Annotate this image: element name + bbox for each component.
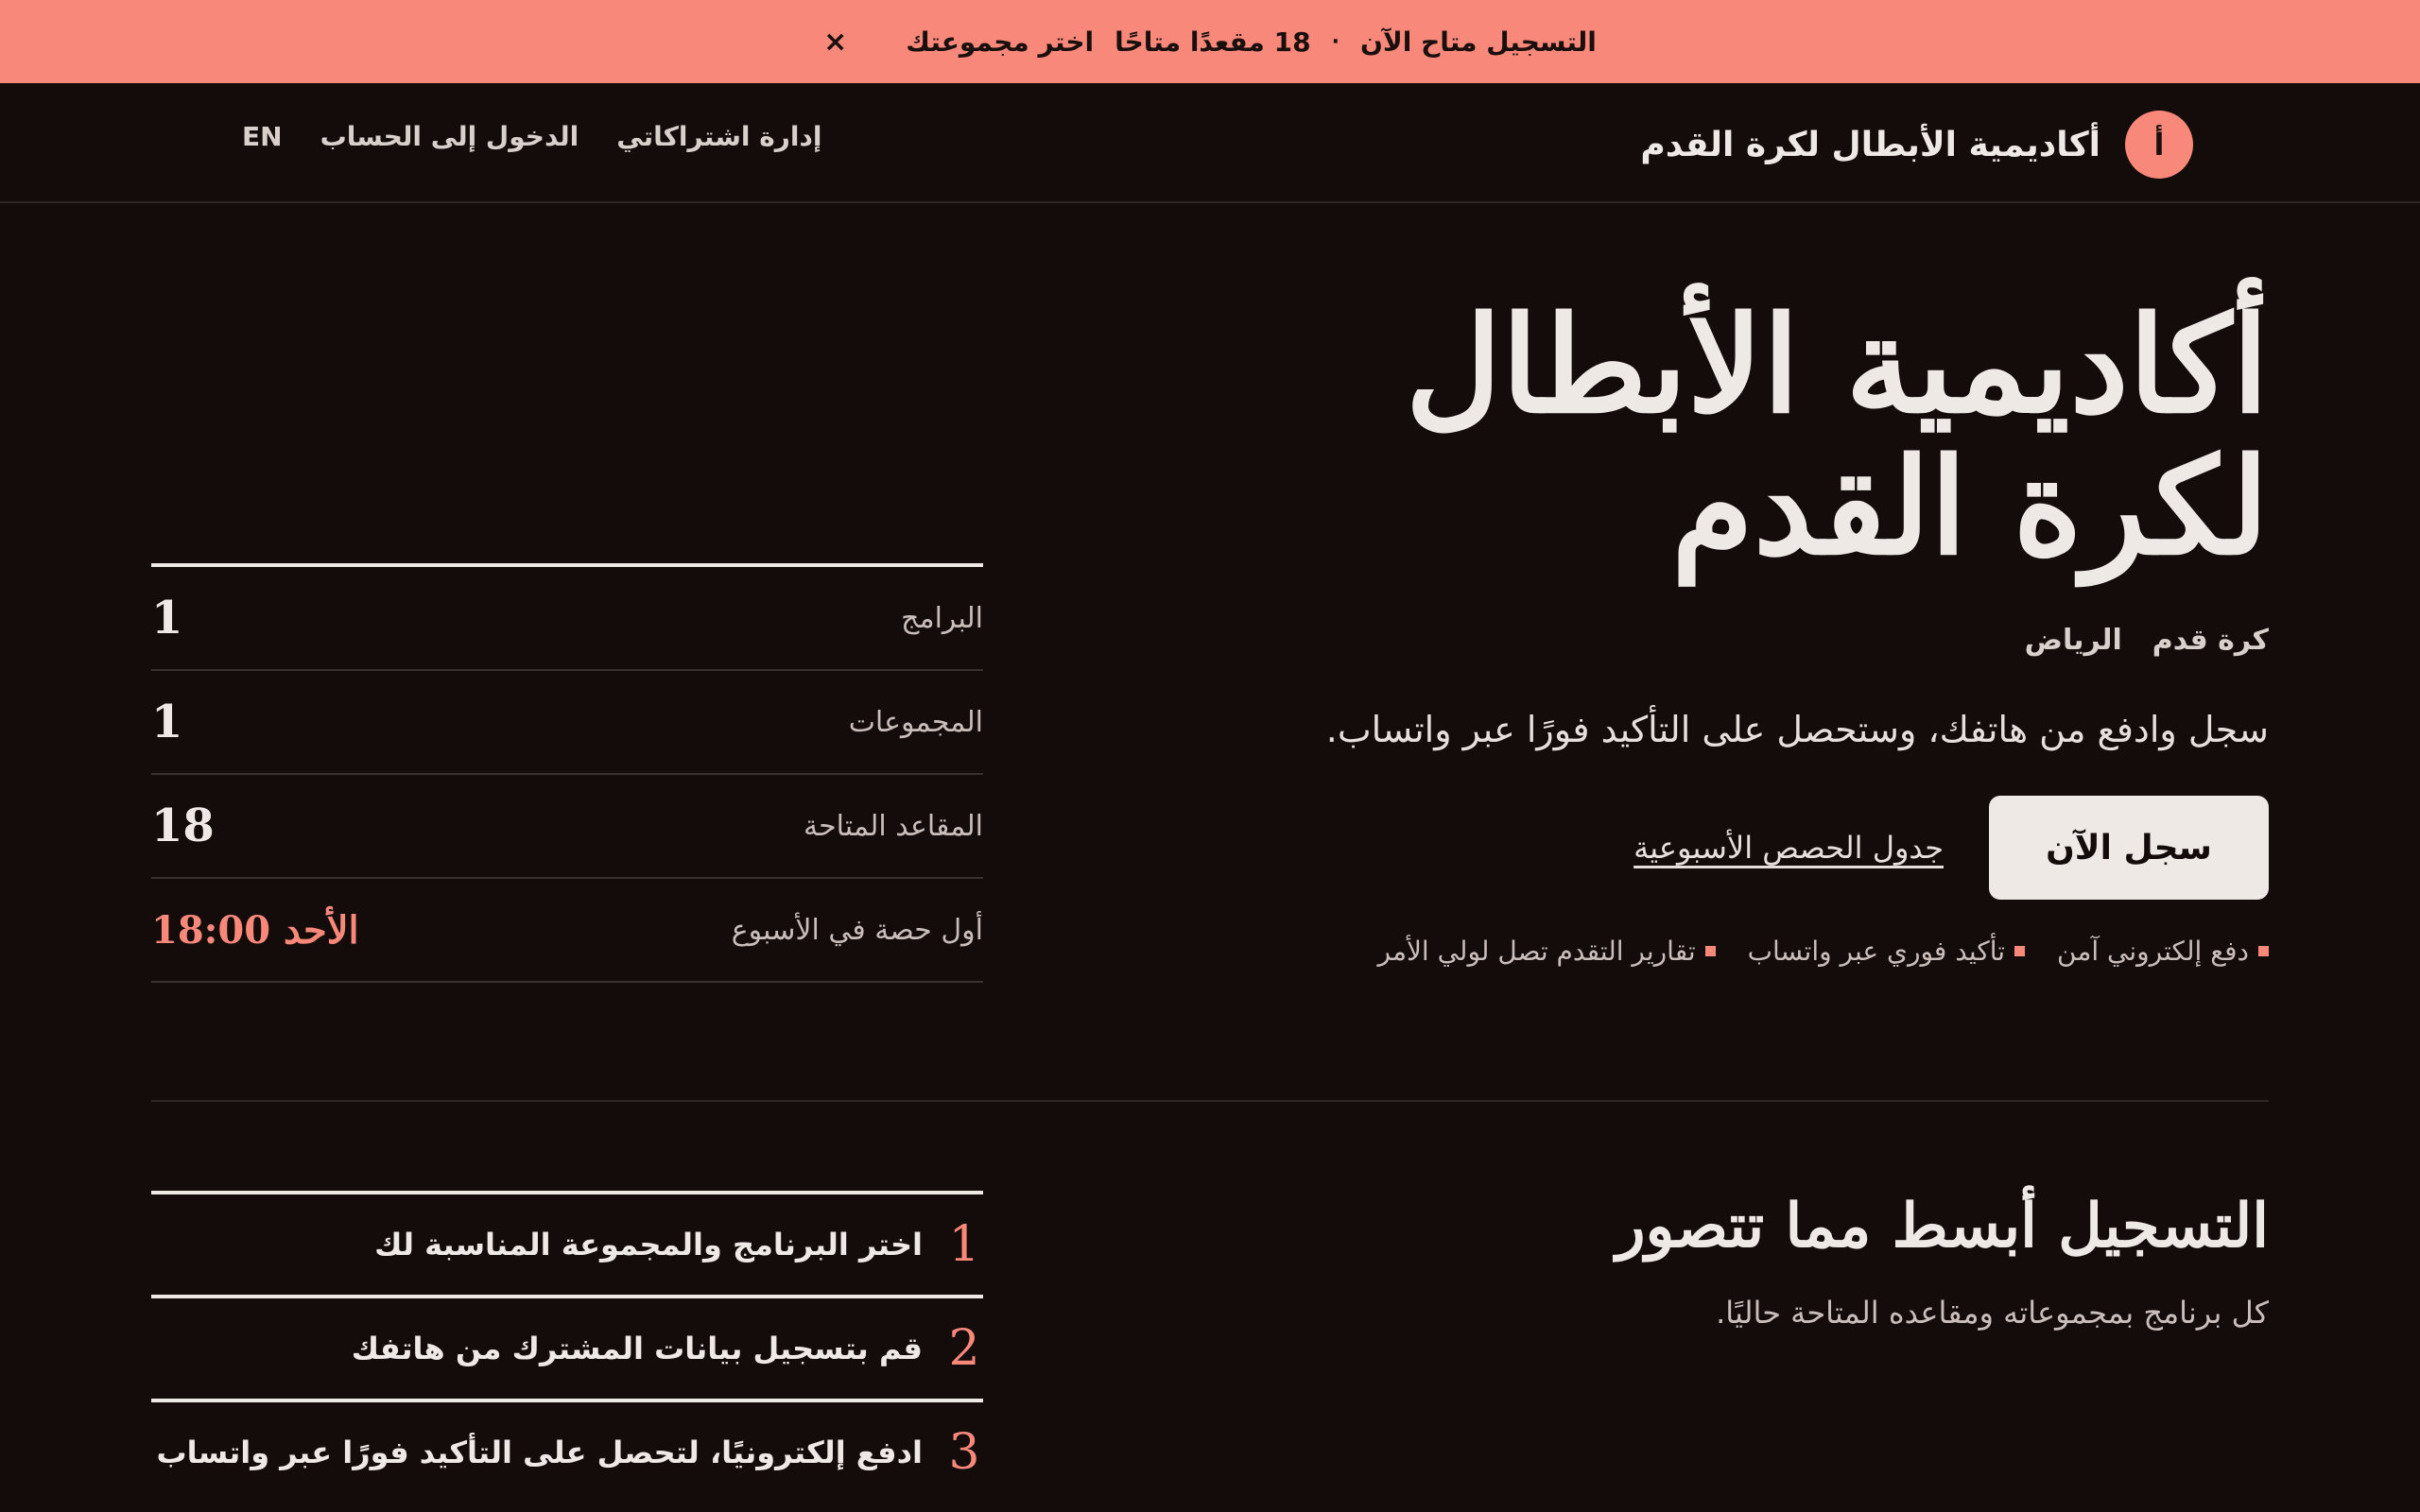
step-text: اختر البرنامج والمجموعة المناسبة لك xyxy=(374,1227,923,1263)
step-number: 1 xyxy=(948,1216,980,1273)
close-icon[interactable]: × xyxy=(823,26,847,59)
header-nav: EN الدخول إلى الحساب إدارة اشتراكاتي xyxy=(242,121,821,152)
feature-item: تقارير التقدم تصل لولي الأمر xyxy=(1378,936,1716,967)
step-item: 3 ادفع إلكترونيًا، لتحصل على التأكيد فور… xyxy=(151,1399,983,1503)
feature-item: دفع إلكتروني آمن xyxy=(2057,936,2269,967)
step-item: 2 قم بتسجيل بيانات المشترك من هاتفك xyxy=(151,1295,983,1399)
tag-sport: كرة قدم xyxy=(2152,624,2269,657)
stat-value: الأحد 18:00 xyxy=(151,907,359,953)
stat-value: 1 xyxy=(151,696,183,748)
banner-separator: · xyxy=(1331,29,1340,54)
stat-row-programs: البرامج 1 xyxy=(151,567,983,671)
feature-label: تقارير التقدم تصل لولي الأمر xyxy=(1377,936,1696,967)
weekly-schedule-link[interactable]: جدول الحصص الأسبوعية xyxy=(1634,830,1944,866)
square-bullet-icon xyxy=(1704,946,1716,956)
step-text: ادفع إلكترونيًا، لتحصل على التأكيد فورًا… xyxy=(156,1435,923,1470)
hero-tags: كرة قدم الرياض xyxy=(2025,624,2269,657)
hero-title-line1: أكاديمية الأبطال xyxy=(1405,288,2269,443)
stat-value: 1 xyxy=(151,592,183,644)
step-item: 1 اختر البرنامج والمجموعة المناسبة لك xyxy=(151,1191,983,1295)
banner-message: التسجيل متاح الآن xyxy=(1359,26,1597,58)
hero-title-line2: لكرة القدم xyxy=(1671,430,2269,585)
steps-list: 1 اختر البرنامج والمجموعة المناسبة لك 2 … xyxy=(151,1191,983,1503)
hero-cta-row: سجل الآن جدول الحصص الأسبوعية xyxy=(1634,796,2269,900)
square-bullet-icon xyxy=(2014,946,2026,956)
hero-title: أكاديمية الأبطال لكرة القدم xyxy=(1323,295,2269,578)
login-link[interactable]: الدخول إلى الحساب xyxy=(320,121,579,152)
brand-logo-link[interactable]: أ أكاديمية الأبطال لكرة القدم xyxy=(1640,111,2193,179)
register-now-button[interactable]: سجل الآن xyxy=(1989,796,2269,900)
hero-lead: سجل وادفع من هاتفك، وستحصل على التأكيد ف… xyxy=(1325,709,2269,750)
brand-name: أكاديمية الأبطال لكرة القدم xyxy=(1640,125,2100,164)
tag-city: الرياض xyxy=(2024,624,2122,657)
banner-cta-link[interactable]: اختر مجموعتك xyxy=(906,26,1094,58)
step-text: قم بتسجيل بيانات المشترك من هاتفك xyxy=(351,1331,923,1366)
section-divider xyxy=(151,1100,2269,1102)
step-number: 3 xyxy=(948,1424,980,1481)
step-number: 2 xyxy=(948,1320,980,1377)
announcement-banner: التسجيل متاح الآن · 18 مقعدًا متاحًا اخت… xyxy=(0,0,2420,83)
feature-item: تأكيد فوري عبر واتساب xyxy=(1747,936,2026,967)
stat-label: أول حصة في الأسبوع xyxy=(731,913,983,947)
stat-row-groups: المجموعات 1 xyxy=(151,671,983,775)
stats-panel: البرامج 1 المجموعات 1 المقاعد المتاحة 18… xyxy=(151,563,983,983)
stat-row-first-session: أول حصة في الأسبوع الأحد 18:00 xyxy=(151,879,983,983)
site-header: أ أكاديمية الأبطال لكرة القدم EN الدخول … xyxy=(0,83,2420,203)
brand-mark-icon: أ xyxy=(2125,111,2193,179)
stat-label: المقاعد المتاحة xyxy=(804,809,983,843)
stat-label: المجموعات xyxy=(848,705,983,739)
banner-seats: 18 مقعدًا متاحًا xyxy=(1115,26,1311,58)
feature-label: دفع إلكتروني آمن xyxy=(2057,936,2249,967)
stat-value: 18 xyxy=(151,799,215,852)
square-bullet-icon xyxy=(2258,946,2269,956)
manage-subscriptions-link[interactable]: إدارة اشتراكاتي xyxy=(616,121,821,152)
section-subtitle: كل برنامج بمجموعاته ومقاعده المتاحة حالي… xyxy=(1716,1295,2269,1331)
stat-label: البرامج xyxy=(901,601,983,635)
stat-row-seats: المقاعد المتاحة 18 xyxy=(151,775,983,879)
language-toggle[interactable]: EN xyxy=(242,121,283,152)
feature-list: دفع إلكتروني آمن تأكيد فوري عبر واتساب ت… xyxy=(1378,936,2269,967)
feature-label: تأكيد فوري عبر واتساب xyxy=(1747,936,2006,967)
section-title: التسجيل أبسط مما تتصور xyxy=(1616,1191,2269,1262)
